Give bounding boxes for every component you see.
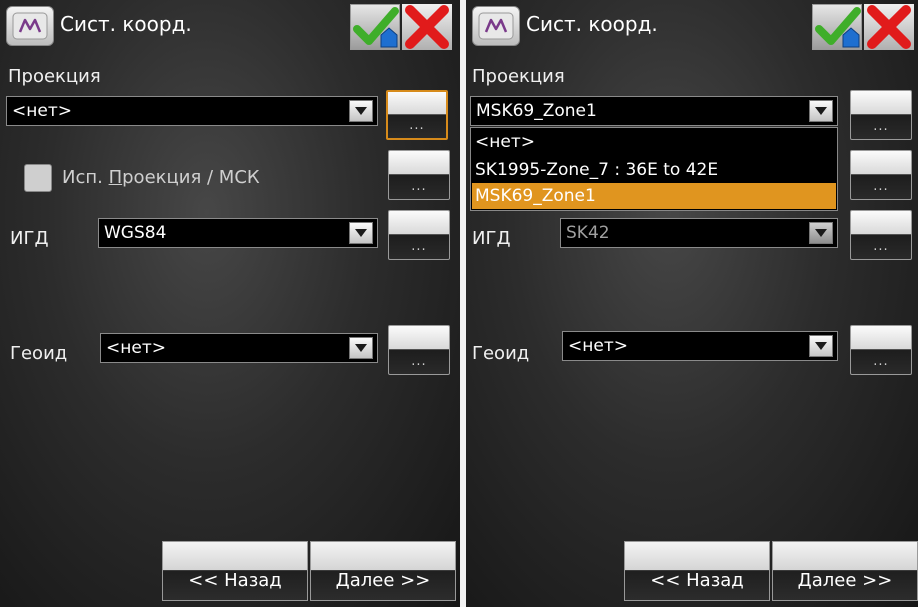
use-projection-label-prefix: Исп. <box>62 167 109 188</box>
more-label: ... <box>409 118 425 133</box>
more-label: ... <box>873 179 889 194</box>
next-button[interactable]: Далее >> <box>772 541 918 601</box>
chevron-down-icon <box>349 100 373 122</box>
datum-select[interactable]: WGS84 <box>98 218 378 248</box>
chevron-down-icon <box>809 335 833 357</box>
geoid-label: Геоид <box>472 343 530 364</box>
close-icon <box>405 5 449 49</box>
next-label: Далее >> <box>797 570 893 591</box>
datum-select[interactable]: SK42 <box>560 218 838 248</box>
dropdown-option-selected[interactable]: MSK69_Zone1 <box>472 183 836 209</box>
dropdown-option[interactable]: SK1995-Zone_7 : 36E to 42E <box>472 157 836 183</box>
datum-more-button[interactable]: ... <box>388 210 450 260</box>
page-title: Сист. коорд. <box>60 12 192 36</box>
next-button[interactable]: Далее >> <box>310 541 456 601</box>
back-label: << Назад <box>188 570 282 591</box>
back-button[interactable]: << Назад <box>162 541 308 601</box>
projection-more-button[interactable]: ... <box>386 90 448 140</box>
datum-value: WGS84 <box>104 223 167 243</box>
more-label: ... <box>411 354 427 369</box>
geoid-more-button[interactable]: ... <box>388 325 450 375</box>
datum-value: SK42 <box>566 223 610 243</box>
projection-value: MSK69_Zone1 <box>476 101 597 121</box>
geoid-select[interactable]: <нет> <box>562 331 838 361</box>
datum-more-button[interactable]: ... <box>850 210 912 260</box>
local-system-more-button[interactable]: ... <box>850 150 912 200</box>
use-projection-label: Исп. Проекция / МСК <box>62 167 260 188</box>
use-projection-label-rest: роекция / МСК <box>122 167 260 188</box>
back-button[interactable]: << Назад <box>624 541 770 601</box>
geoid-select[interactable]: <нет> <box>100 333 378 363</box>
ok-button[interactable] <box>812 4 862 50</box>
coordinate-system-screen-dropdown-open: Сист. коорд. Проекция MSK69_Zone1 ... ..… <box>466 0 918 607</box>
more-label: ... <box>411 179 427 194</box>
dropdown-option[interactable]: <нет> <box>472 129 836 155</box>
close-icon <box>867 5 911 49</box>
projection-select[interactable]: <нет> <box>6 96 378 126</box>
more-label: ... <box>411 239 427 254</box>
ok-button[interactable] <box>350 4 400 50</box>
projection-label: Проекция <box>472 66 565 87</box>
check-home-icon <box>353 7 399 48</box>
back-label: << Назад <box>650 570 744 591</box>
check-home-icon <box>815 7 861 48</box>
more-label: ... <box>873 354 889 369</box>
datum-label: ИГД <box>10 228 49 249</box>
projection-more-button[interactable]: ... <box>850 90 912 140</box>
cancel-button[interactable] <box>402 4 452 50</box>
datum-label: ИГД <box>472 228 511 249</box>
use-projection-checkbox[interactable] <box>24 164 52 192</box>
chevron-down-icon <box>349 337 373 359</box>
page-title: Сист. коорд. <box>526 12 658 36</box>
projection-dropdown-list: <нет> SK1995-Zone_7 : 36E to 42E MSK69_Z… <box>470 127 838 211</box>
geoid-value: <нет> <box>568 336 628 356</box>
projection-label: Проекция <box>8 66 101 87</box>
cancel-button[interactable] <box>864 4 914 50</box>
geoid-value: <нет> <box>106 338 166 358</box>
coordinate-system-screen-default: Сист. коорд. Проекция <нет> ... Исп. Про… <box>0 0 460 607</box>
projection-select[interactable]: MSK69_Zone1 <box>470 96 838 126</box>
next-label: Далее >> <box>335 570 431 591</box>
chevron-down-icon <box>809 222 833 244</box>
chevron-down-icon <box>349 222 373 244</box>
projection-value: <нет> <box>12 101 72 121</box>
geoid-label: Геоид <box>10 343 68 364</box>
m-logo-icon[interactable] <box>6 6 54 46</box>
geoid-more-button[interactable]: ... <box>850 325 912 375</box>
m-logo-icon[interactable] <box>472 6 520 46</box>
chevron-down-icon <box>809 100 833 122</box>
more-label: ... <box>873 119 889 134</box>
more-label: ... <box>873 239 889 254</box>
local-system-more-button[interactable]: ... <box>388 150 450 200</box>
use-projection-label-mnemonic: П <box>108 167 123 188</box>
